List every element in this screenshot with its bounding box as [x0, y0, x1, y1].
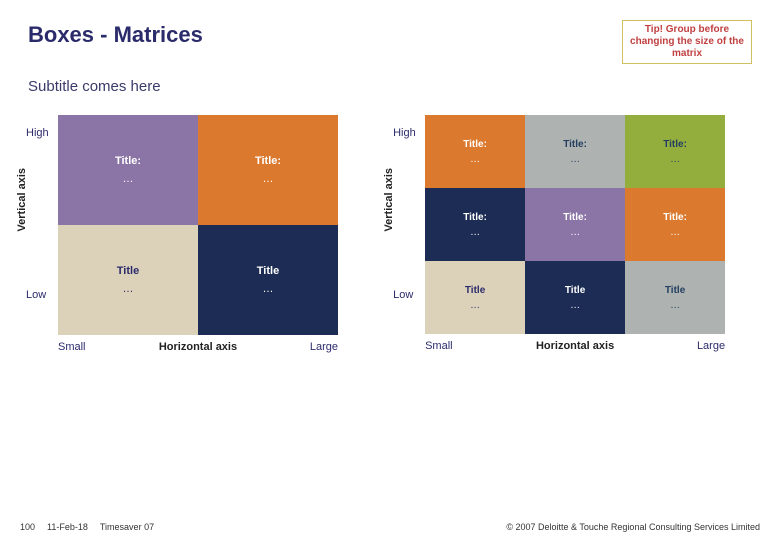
matrix-cell: Title …: [625, 261, 725, 334]
x-small-label: Small: [425, 340, 525, 352]
vertical-axis-label: Vertical axis: [383, 168, 395, 232]
cell-title: Title:: [563, 139, 587, 150]
cell-content: …: [263, 173, 274, 185]
matrix-3x3-grid: Title: … Title: … Title: … Title: … Titl…: [425, 115, 752, 334]
matrix-cell: Title: …: [425, 188, 525, 261]
matrix-cell: Title …: [525, 261, 625, 334]
cell-title: Title: [565, 285, 585, 296]
matrix-3x3: High Vertical axis Title: … Title: … Tit…: [395, 115, 752, 353]
footer-copyright: © 2007 Deloitte & Touche Regional Consul…: [506, 522, 760, 532]
cell-content: …: [263, 283, 274, 295]
tip-callout: Tip! Group before changing the size of t…: [622, 20, 752, 64]
cell-content: …: [470, 154, 480, 165]
x-small-label: Small: [58, 341, 151, 353]
cell-content: …: [670, 227, 680, 238]
cell-title: Title:: [463, 212, 487, 223]
cell-title: Title: [665, 285, 685, 296]
cell-title: Title: [117, 265, 139, 277]
y-high-label: High: [26, 127, 49, 139]
cell-content: …: [670, 154, 680, 165]
x-large-label: Large: [625, 340, 725, 352]
horizontal-axis-label: Horizontal axis: [525, 340, 625, 352]
cell-title: Title:: [115, 155, 141, 167]
matrix-2x2-grid: Title: … Title: … Title … Title …: [58, 115, 365, 335]
cell-title: Title:: [563, 212, 587, 223]
matrix-cell: Title: …: [625, 188, 725, 261]
y-high-label: High: [393, 127, 416, 139]
horizontal-axis-label: Horizontal axis: [151, 341, 244, 353]
matrix-cell: Title: …: [525, 188, 625, 261]
page-number: 100: [20, 522, 35, 532]
slide: Boxes - Matrices Tip! Group before chang…: [0, 0, 780, 540]
matrix-cell: Title: …: [198, 115, 338, 225]
matrix-cell: Title: …: [425, 115, 525, 188]
charts-row: High Vertical axis Title: … Title: … Tit…: [28, 115, 752, 353]
cell-title: Title:: [663, 139, 687, 150]
cell-title: Title:: [663, 212, 687, 223]
cell-title: Title: [465, 285, 485, 296]
cell-title: Title:: [463, 139, 487, 150]
subtitle: Subtitle comes here: [28, 78, 752, 95]
y-low-label: Low: [26, 289, 46, 301]
matrix-cell: Title …: [425, 261, 525, 334]
cell-title: Title: [257, 265, 279, 277]
cell-content: …: [570, 227, 580, 238]
matrix-cell: Title …: [198, 225, 338, 335]
matrix-cell: Title: …: [58, 115, 198, 225]
horizontal-axis-row: Small Horizontal axis Large: [58, 341, 338, 353]
y-low-label: Low: [393, 289, 413, 301]
cell-content: …: [123, 173, 134, 185]
matrix-cell: Title: …: [525, 115, 625, 188]
horizontal-axis-row: Small Horizontal axis Large: [425, 340, 725, 352]
cell-content: …: [470, 300, 480, 311]
vertical-axis-label: Vertical axis: [16, 168, 28, 232]
cell-content: …: [470, 227, 480, 238]
matrix-2x2: High Vertical axis Title: … Title: … Tit…: [28, 115, 365, 353]
footer: 100 11-Feb-18 Timesaver 07 © 2007 Deloit…: [0, 522, 780, 532]
matrix-cell: Title: …: [625, 115, 725, 188]
cell-content: …: [123, 283, 134, 295]
cell-title: Title:: [255, 155, 281, 167]
cell-content: …: [570, 300, 580, 311]
x-large-label: Large: [245, 341, 338, 353]
cell-content: …: [570, 154, 580, 165]
cell-content: …: [670, 300, 680, 311]
footer-date: 11-Feb-18: [47, 522, 88, 532]
matrix-cell: Title …: [58, 225, 198, 335]
footer-doc: Timesaver 07: [100, 522, 154, 532]
